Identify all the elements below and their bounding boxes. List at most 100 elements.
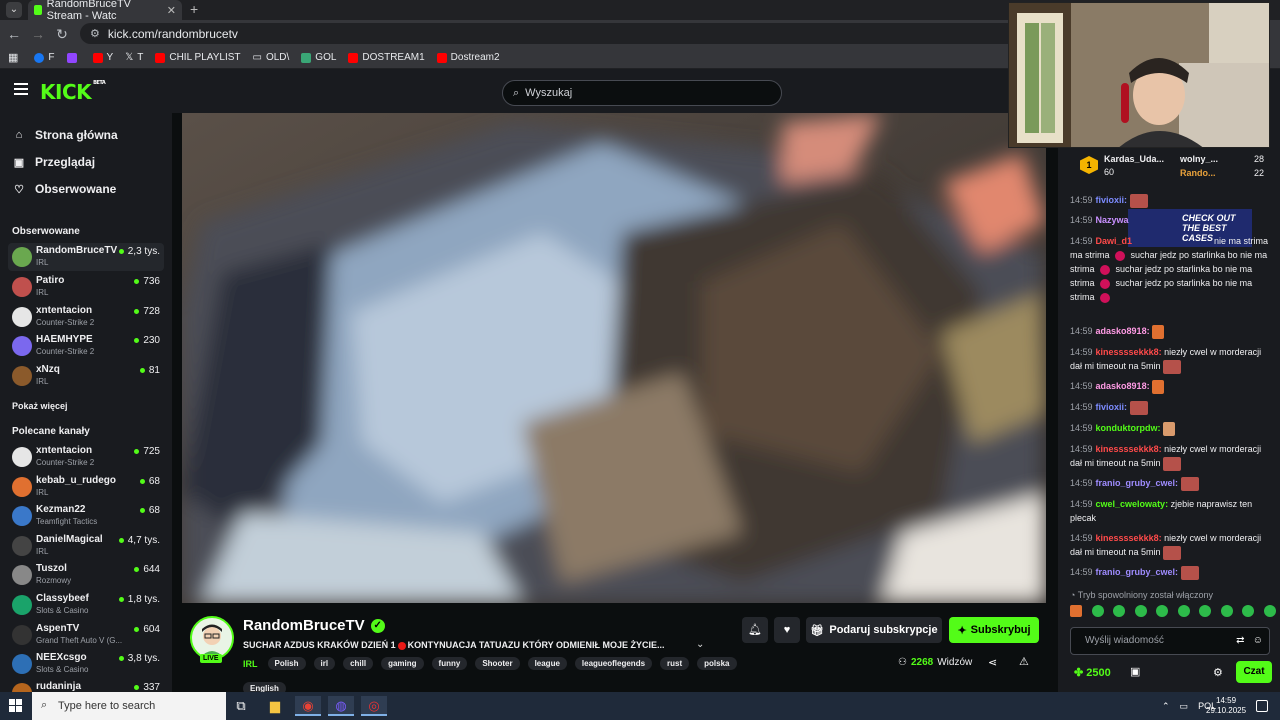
search-placeholder: Wyszukaj [525, 87, 573, 99]
avatar [12, 536, 32, 556]
live-dot-icon [118, 249, 124, 254]
follow-heart-icon[interactable]: ♥ [774, 617, 800, 643]
forward-icon[interactable]: → [28, 24, 48, 44]
sidebar-channel[interactable]: kebab_u_rudego IRL 68 [8, 473, 164, 501]
bookmark-dostream2[interactable]: Dostream2 [436, 52, 500, 63]
rank-badge: 1 [1080, 156, 1098, 174]
back-icon[interactable]: ← [4, 24, 24, 44]
tray-chevron-icon[interactable]: ⌃ [1162, 701, 1170, 712]
category-link[interactable]: IRL [243, 659, 258, 669]
sidebar-channel[interactable]: Classybeef Slots & Casino 1,8 tys. [8, 591, 164, 619]
nav-home[interactable]: ⌂ Strona główna [12, 128, 118, 142]
bookmark-folder-old[interactable]: ▭ OLD\ [253, 52, 290, 63]
chat-input[interactable]: Wyślij wiadomość ⇄ ☺ [1070, 627, 1270, 655]
windows-taskbar: ⌕ Type here to search ⧉ ▆ ◉ ◍ ◎ ⌃ ▭ POL … [0, 692, 1280, 720]
live-dot-icon [118, 538, 124, 543]
discord-icon[interactable]: ◍ [328, 696, 354, 716]
address-bar[interactable]: ⚙ kick.com/randombrucetv [80, 23, 1020, 44]
notification-icon[interactable] [1256, 700, 1268, 712]
search-input[interactable]: ⌕ Wyszukaj [502, 80, 782, 106]
gift-subs-button[interactable]: 🎁︎ Podaruj subskrypcje [806, 617, 942, 643]
kick-logo[interactable]: KICK BETA [40, 80, 106, 104]
bookmark-chil-playlist[interactable]: CHIL PLAYLIST [155, 52, 241, 63]
chevron-down-icon[interactable]: ⌄ [696, 639, 704, 650]
nav-browse[interactable]: ▣ Przeglądaj [12, 155, 95, 169]
gift-icon[interactable]: ▣ [1130, 665, 1140, 678]
share-icon[interactable]: ⋖ [988, 656, 997, 669]
channel-name[interactable]: RandomBruceTV ✓ [243, 617, 385, 634]
live-badge: LIVE [200, 654, 222, 663]
chat-message: 14:59 Dawi_d1 nie ma strima [1070, 236, 1268, 246]
sidebar-channel[interactable]: xntentacion Counter-Strike 2 725 [8, 443, 164, 471]
emote-picker-icon[interactable]: ⇄ ☺ [1236, 628, 1263, 654]
sidebar-channel[interactable]: HAEMHYPE Counter-Strike 2 230 [8, 332, 164, 360]
home-icon: ⌂ [15, 129, 23, 141]
channel-points[interactable]: ✤ 2500 [1074, 666, 1111, 679]
new-tab-button[interactable]: + [190, 1, 198, 17]
sidebar-channel[interactable]: AspenTV Grand Theft Auto V (G... 604 [8, 621, 164, 649]
tag[interactable]: Shooter [475, 657, 520, 670]
tag[interactable]: polska [697, 657, 737, 670]
chat-message: 14:59 kinessssekkk8: niezły cwel w morder… [1070, 531, 1268, 560]
chat-message: 14:59 fivioxii: [1070, 400, 1268, 415]
avatar [12, 447, 32, 467]
chat-message: 14:59 adasko8918: [1070, 379, 1268, 394]
bookmark-youtube[interactable]: Y [92, 52, 113, 63]
subscribe-button[interactable]: ✦ Subskrybuj [949, 617, 1039, 643]
stream-info-bar: LIVE RandomBruceTV ✓ SUCHAR AZDUS KRAKÓW … [172, 603, 1058, 695]
show-more-link[interactable]: Pokaż więcej [12, 401, 68, 411]
bookmark-x[interactable]: 𝕏T [125, 52, 143, 63]
reload-icon[interactable]: ↻ [52, 24, 72, 44]
tag[interactable]: chill [343, 657, 374, 670]
live-dot-icon [134, 279, 140, 284]
sidebar: ⌂ Strona główna ▣ Przeglądaj ♡ Obserwowane … [0, 113, 172, 692]
avatar [12, 366, 32, 386]
taskbar-search[interactable]: ⌕ Type here to search [32, 692, 226, 720]
star-icon: ✦ [957, 624, 967, 637]
sidebar-channel[interactable]: NEEXcsgo Slots & Casino 3,8 tys. [8, 650, 164, 678]
bell-icon[interactable]: 🔔︎ [742, 617, 768, 643]
tag[interactable]: league [527, 657, 567, 670]
tag[interactable]: funny [431, 657, 468, 670]
menu-icon[interactable] [14, 83, 28, 95]
task-view-icon[interactable]: ⧉ [228, 696, 254, 716]
live-dot-icon [118, 597, 124, 602]
network-icon[interactable]: ▭ [1180, 701, 1189, 712]
sidebar-channel[interactable]: xNzq IRL 81 [8, 362, 164, 390]
apps-icon[interactable]: ▦ [8, 51, 18, 64]
sidebar-channel[interactable]: xntentacion Counter-Strike 2 728 [8, 303, 164, 331]
sidebar-channel[interactable]: Tuszol Rozmowy 644 [8, 561, 164, 589]
bookmark-dostream1[interactable]: DOSTREAM1 [348, 52, 425, 63]
bookmark-gol[interactable]: GOL [301, 52, 336, 63]
search-icon: ⌕ [41, 699, 48, 711]
video-player[interactable] [182, 113, 1046, 603]
close-tab-icon[interactable]: ✕ [167, 4, 176, 17]
send-chat-button[interactable]: Czat [1236, 661, 1272, 683]
heart-icon: ♡ [14, 183, 24, 196]
clock[interactable]: 14:59 29.10.2025 [1206, 696, 1246, 716]
quick-emotes[interactable] [1070, 605, 1276, 621]
obs-icon[interactable]: ◎ [361, 696, 387, 716]
tab-search-button[interactable]: ⌄ [6, 2, 22, 18]
sidebar-channel[interactable]: Patiro IRL 736 [8, 273, 164, 301]
sidebar-channel[interactable]: DanielMagical IRL 4,7 tys. [8, 532, 164, 560]
windows-start-icon[interactable] [9, 699, 23, 713]
chrome-icon[interactable]: ◉ [295, 696, 321, 716]
sidebar-channel[interactable]: RandomBruceTV IRL 2,3 tys. [8, 243, 164, 271]
tag[interactable]: Polish [267, 657, 306, 670]
sidebar-channel[interactable]: Kezman22 Teamfight Tactics 68 [8, 502, 164, 530]
tag[interactable]: rust [660, 657, 690, 670]
report-icon[interactable]: ⚠ [1019, 655, 1029, 668]
clock-icon: ◔ [1070, 590, 1078, 600]
sidebar-channel[interactable]: rudaninja 337 [8, 679, 164, 692]
gear-icon[interactable]: ⚙ [1213, 666, 1223, 679]
file-explorer-icon[interactable]: ▆ [262, 696, 288, 716]
nav-following[interactable]: ♡ Obserwowane [12, 182, 116, 196]
bookmark-facebook[interactable]: F [34, 52, 55, 63]
tag[interactable]: irl [313, 657, 336, 670]
browser-tab[interactable]: RandomBruceTV Stream - Watc ✕ [28, 0, 182, 22]
bookmark-twitch[interactable] [66, 52, 81, 63]
site-info-icon[interactable]: ⚙ [90, 27, 100, 40]
tag[interactable]: leagueoflegends [574, 657, 653, 670]
tag[interactable]: gaming [381, 657, 424, 670]
